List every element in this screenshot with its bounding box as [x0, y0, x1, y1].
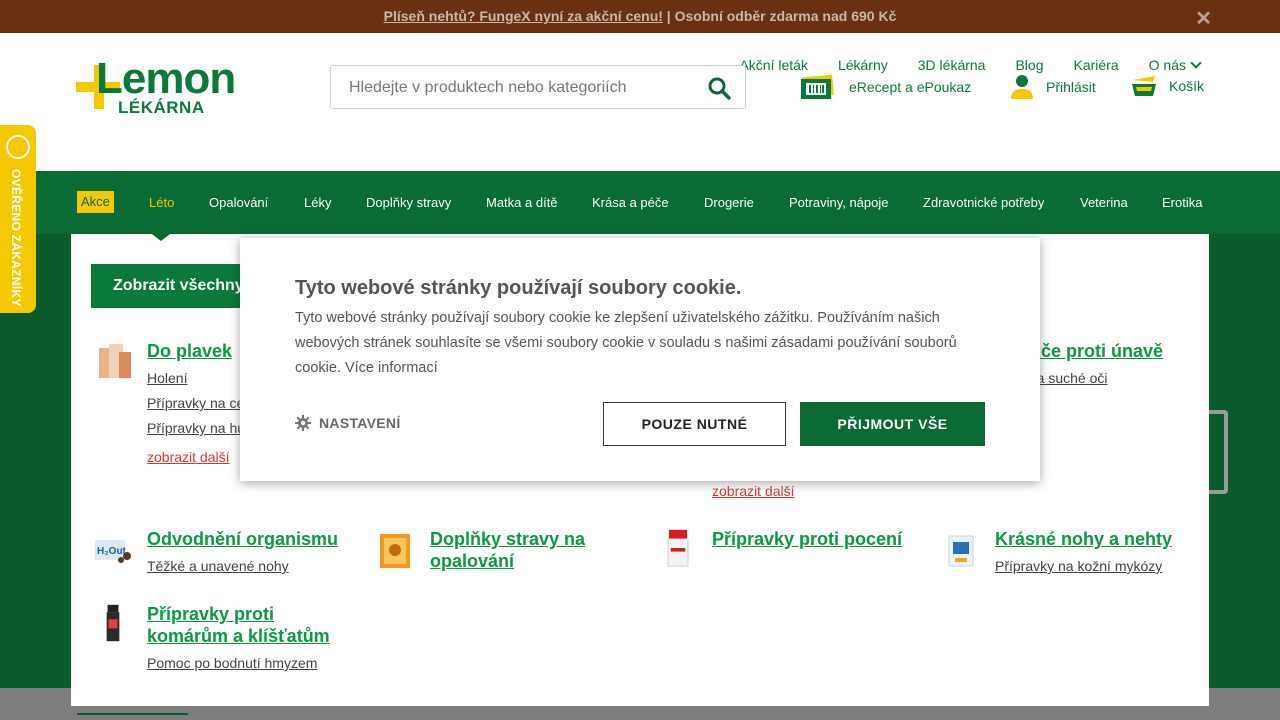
product-thumbnail [106, 604, 120, 642]
verified-by-customers-badge[interactable]: OVĚŘENO ZÁKAZNÍKY [0, 125, 36, 313]
nav-veterina[interactable]: Veterina [1080, 171, 1128, 234]
search-box[interactable]: Hledejte v produktech nebo kategoriích [330, 65, 746, 109]
login-link[interactable]: Přihlásit [1010, 74, 1096, 100]
promo-bar: Plíseň nehtů? FungeX nyní za akční cenu!… [0, 0, 1280, 33]
login-label: Přihlásit [1046, 79, 1096, 95]
nav-leto[interactable]: Léto [149, 171, 174, 234]
cookie-settings-button[interactable]: NASTAVENÍ [295, 415, 401, 431]
verified-seal-icon [6, 135, 30, 159]
nav-zdravotnicke-potreby[interactable]: Zdravotnické potřeby [923, 171, 1044, 234]
chevron-down-icon [1190, 57, 1202, 69]
logo-sub: LÉKÁRNA [118, 98, 205, 117]
cookie-title: Tyto webové stránky používají soubory co… [295, 277, 742, 299]
category-title[interactable]: Přípravky proti pocení [712, 528, 932, 550]
nav-akce[interactable]: Akce [77, 191, 114, 213]
subcategory-link[interactable]: Přípravky na kožní mykózy [995, 558, 1195, 575]
nav-drogerie[interactable]: Drogerie [704, 171, 754, 234]
subcategory-link[interactable]: Těžké a unavené nohy [147, 558, 357, 575]
nav-doplnky-stravy[interactable]: Doplňky stravy [366, 171, 451, 234]
subcategory-link[interactable]: Pomoc po bodnutí hmyzem [147, 655, 357, 672]
nav-opalovani[interactable]: Opalování [209, 171, 268, 234]
product-thumbnail [948, 535, 974, 567]
subcategory-link[interactable]: Přípravky na ce [147, 395, 247, 412]
show-all-button[interactable]: Zobrazit všechny [91, 264, 261, 308]
nav-matka-a-dite[interactable]: Matka a dítě [486, 171, 558, 234]
category-title[interactable]: Do plavek [147, 340, 247, 362]
nav-potraviny[interactable]: Potraviny, nápoje [789, 171, 889, 234]
subcategory-link[interactable]: Přípravky na hu [147, 420, 247, 437]
topnav-o-nas-label: O nás [1148, 57, 1186, 73]
nav-erotika[interactable]: Erotika [1162, 171, 1202, 234]
promo-text: Osobní odběr zdarma nad 690 Kč [674, 8, 897, 24]
category-proti-unave: diče proti únavě é a suché oči [1025, 340, 1205, 387]
category-title[interactable]: Odvodnění organismu [147, 528, 357, 550]
nav-leky[interactable]: Léky [304, 171, 331, 234]
necessary-only-button[interactable]: POUZE NUTNÉ [603, 402, 786, 446]
top-navigation: Akční leták Lékárny 3D lékárna Blog Kari… [739, 57, 1202, 73]
cart-link[interactable]: Košík [1131, 74, 1204, 98]
cart-label: Košík [1169, 78, 1205, 94]
user-icon [1011, 75, 1033, 99]
show-more-link[interactable]: zobrazit další [712, 483, 794, 499]
erecept-label: eRecept a ePoukaz [849, 79, 972, 95]
category-title[interactable]: Přípravky proti komárům a klíšťatům [147, 603, 357, 647]
promo-link[interactable]: Plíseň nehtů? FungeX nyní za akční cenu! [384, 8, 663, 24]
topnav-akcni-letak[interactable]: Akční leták [739, 57, 807, 73]
main-navigation: Akce Léto Opalování Léky Doplňky stravy … [0, 171, 1280, 241]
category-do-plavek: Do plavek Holení Přípravky na ce Příprav… [147, 340, 247, 465]
cookie-text: Tyto webové stránky používají soubory co… [295, 310, 957, 376]
category-doplnky-opalovani: Doplňky stravy na opalování [430, 528, 640, 572]
topnav-lekarny[interactable]: Lékárny [838, 57, 888, 73]
topnav-kariera[interactable]: Kariéra [1074, 57, 1119, 73]
search-icon[interactable] [707, 76, 731, 100]
logo-word: Lemon [96, 54, 236, 103]
basket-icon [1132, 76, 1156, 96]
erecept-icon [801, 74, 834, 99]
svg-text:H₂Out: H₂Out [97, 546, 127, 557]
category-title[interactable]: diče proti únavě [1025, 340, 1205, 362]
logo[interactable]: Lemon LÉKÁRNA [76, 54, 246, 118]
cookie-dialog: Tyto webové stránky používají soubory co… [240, 238, 1040, 481]
active-nav-caret [148, 231, 174, 241]
accept-all-button[interactable]: PŘIJMOUT VŠE [800, 402, 985, 446]
category-title[interactable]: Krásné nohy a nehty [995, 528, 1195, 550]
topnav-3d-lekarna[interactable]: 3D lékárna [918, 57, 986, 73]
background-underline [77, 713, 188, 715]
product-thumbnail [99, 344, 131, 378]
subcategory-link[interactable]: é a suché oči [1025, 370, 1205, 387]
product-thumbnail [380, 534, 410, 568]
nav-krasa-a-pece[interactable]: Krása a péče [592, 171, 669, 234]
category-proti-poceni: Přípravky proti pocení [712, 528, 932, 550]
subcategory-link[interactable]: Holení [147, 370, 247, 387]
topnav-blog[interactable]: Blog [1015, 57, 1043, 73]
category-odvodneni: Odvodnění organismu Těžké a unavené nohy [147, 528, 357, 575]
cookie-settings-label: NASTAVENÍ [319, 415, 401, 431]
product-thumbnail [667, 529, 689, 567]
category-nohy-a-nehty: Krásné nohy a nehty Přípravky na kožní m… [995, 528, 1195, 575]
gear-icon [295, 415, 311, 431]
background-frame [1208, 410, 1228, 494]
category-proti-unave-more: zobrazit další [712, 483, 794, 499]
promo-separator: | [662, 8, 675, 24]
product-thumbnail: H₂Out [95, 540, 131, 563]
show-more-link[interactable]: zobrazit další [147, 449, 247, 465]
category-proti-komarum: Přípravky proti komárům a klíšťatům Pomo… [147, 603, 357, 672]
category-title[interactable]: Doplňky stravy na opalování [430, 528, 640, 572]
erecept-link[interactable]: eRecept a ePoukaz [801, 74, 971, 100]
search-input[interactable]: Hledejte v produktech nebo kategoriích [349, 79, 627, 97]
verified-label: OVĚŘENO ZÁKAZNÍKY [9, 169, 23, 307]
topnav-o-nas[interactable]: O nás [1148, 57, 1202, 73]
